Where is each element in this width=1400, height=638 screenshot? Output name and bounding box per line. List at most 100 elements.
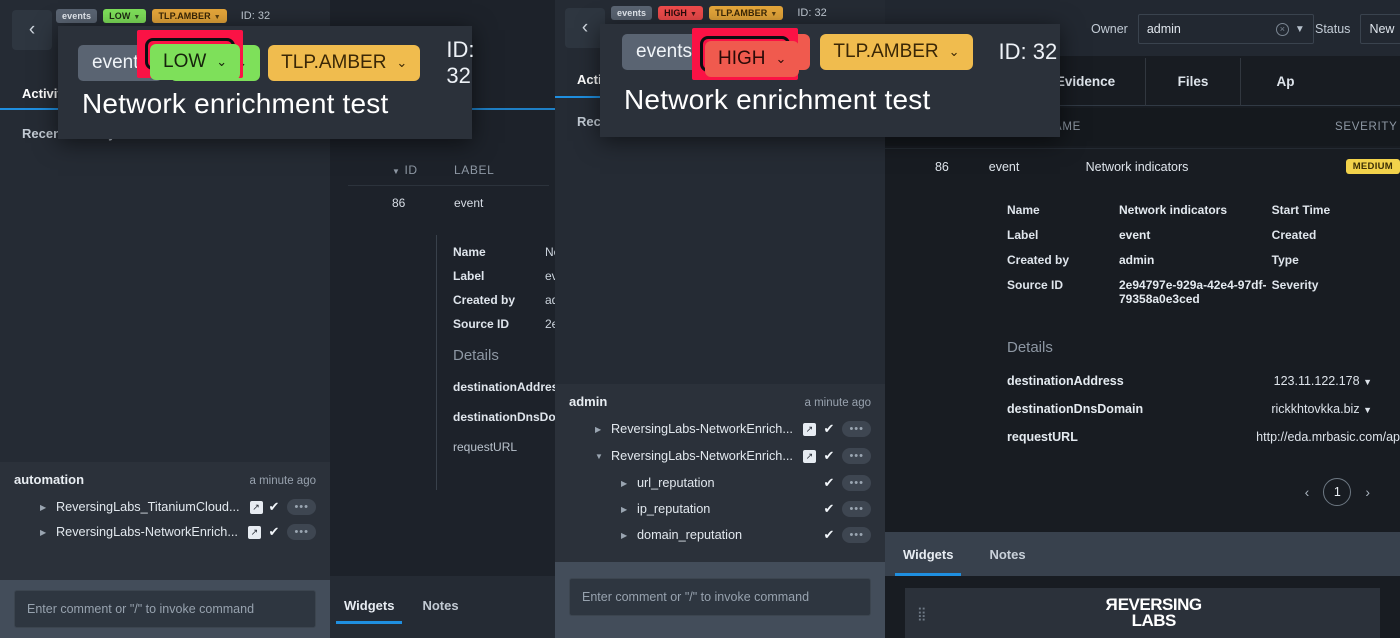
tab-approvals[interactable]: Ap (1240, 57, 1330, 106)
open-external-icon[interactable]: ↗ (802, 449, 816, 463)
left-mini-badge-row: events LOW ▼ TLP.AMBER ▼ ID: 32 (56, 9, 270, 23)
chevron-down-icon[interactable]: ▼ (1295, 24, 1305, 35)
magnified-tlp-pill[interactable]: TLP.AMBER ⌄ (268, 45, 421, 81)
right-detail-key: Created (1271, 228, 1317, 242)
left-mini-badge-severity[interactable]: LOW ▼ (103, 9, 147, 23)
middle-feed-subrow-actions: ✔ ••• (824, 475, 871, 491)
left-comment-bar: Enter comment or "/" to invoke command (0, 580, 330, 638)
middle-col-id[interactable]: ▼ ID (392, 163, 454, 177)
caret-down-icon[interactable]: ▼ (1363, 405, 1372, 415)
middle-detail-row-key: destinationDnsDomain (453, 410, 555, 424)
middle-comment-input[interactable]: Enter comment or "/" to invoke command (569, 578, 871, 616)
screenshot-root: events LOW ▼ TLP.AMBER ▼ ID: 32 ‹ Activity… (0, 0, 1400, 638)
magnified-incident-title: Network enrichment test (624, 84, 931, 115)
middle-detail-value: 2e (545, 317, 555, 331)
tab-widgets-underline (336, 621, 403, 624)
status-field[interactable]: New (1360, 14, 1400, 44)
middle-detail-value: Ne (545, 245, 555, 259)
right-artifact-detail: Name Network indicators Label event Crea… (1007, 192, 1400, 458)
more-options-icon[interactable]: ••• (842, 527, 871, 543)
right-col-severity-head[interactable]: SEVERITY (1335, 121, 1397, 133)
open-external-icon[interactable]: ↗ (247, 525, 261, 539)
middle-detail-key: Name (453, 245, 486, 259)
right-col-name-head[interactable]: NAME (1045, 121, 1335, 133)
widget-card-reversinglabs[interactable]: ⣿ RREVERSINGEVERSING LABS (905, 588, 1380, 638)
expand-triangle-icon[interactable]: ▶ (40, 503, 50, 512)
middle-back-button[interactable]: ‹ (565, 8, 605, 48)
list-item[interactable]: ▶ ip_reputation ✔ ••• (569, 501, 871, 517)
list-item[interactable]: ▶ ReversingLabs-NetworkEnrich... ↗ ✔ ••• (14, 524, 316, 540)
drag-grip-icon[interactable]: ⣿ (905, 607, 928, 620)
caret-down-icon[interactable]: ▼ (1363, 377, 1372, 387)
left-mini-badge-id: ID: 32 (240, 10, 271, 22)
right-cell-name: Network indicators (1085, 159, 1189, 174)
magnified-severity-pill-visible[interactable]: LOW ⌄ (150, 44, 241, 80)
right-detail-row-value[interactable]: 123.11.122.178 ▼ (1274, 374, 1372, 388)
more-options-icon[interactable]: ••• (842, 421, 871, 437)
middle-detail-row: destinationDnsDomain (453, 410, 555, 424)
right-cell-id: 86 (934, 159, 949, 174)
tab-notes[interactable]: Notes (408, 588, 472, 622)
middle-mini-badge-severity[interactable]: HIGH ▼ (658, 6, 704, 20)
right-detail-field: Start Time (1272, 203, 1400, 217)
left-comment-input[interactable]: Enter comment or "/" to invoke command (14, 590, 316, 628)
magnified-tlp-pill[interactable]: TLP.AMBER ⌄ (820, 34, 973, 70)
page-number[interactable]: 1 (1323, 478, 1352, 506)
table-row[interactable]: 86 event Network indicators MEDIUM (885, 148, 1400, 184)
middle-mini-badge-tlp[interactable]: TLP.AMBER ▼ (709, 6, 784, 20)
right-detail-key: Type (1271, 253, 1299, 267)
tab-widgets-label: Widgets (344, 597, 395, 613)
magnified-severity-pill-visible[interactable]: HIGH ⌄ (705, 41, 800, 77)
magnified-severity-pill-top[interactable]: HIGH ⌄ (705, 41, 800, 77)
owner-value: admin (1146, 22, 1181, 36)
right-detail-value: event (1119, 228, 1151, 242)
expand-triangle-icon[interactable]: ▶ (40, 528, 50, 537)
open-external-icon[interactable]: ↗ (249, 500, 263, 514)
magnifier-left-severity-low: events LOW ⌄ TLP.AMBER ⌄ ID: 32 Network … (58, 26, 474, 139)
list-item[interactable]: ▶ ReversingLabs-NetworkEnrich... ↗ ✔ ••• (569, 421, 871, 437)
list-item[interactable]: ▶ url_reputation ✔ ••• (569, 475, 871, 491)
more-options-icon[interactable]: ••• (842, 501, 871, 517)
more-options-icon[interactable]: ••• (842, 475, 871, 491)
open-external-icon[interactable]: ↗ (802, 422, 816, 436)
list-item[interactable]: ▼ ReversingLabs-NetworkEnrich... ↗ ✔ ••• (569, 448, 871, 464)
middle-col-label[interactable]: LABEL (454, 163, 494, 177)
table-row[interactable]: 86 event (348, 186, 549, 220)
sort-descending-icon: ▼ (392, 167, 401, 176)
middle-mini-badge-events[interactable]: events (611, 6, 653, 20)
owner-field[interactable]: admin × ▼ (1137, 14, 1314, 44)
right-detail-left-column: Name Network indicators Label event Crea… (1007, 192, 1272, 317)
check-icon: ✔ (268, 499, 280, 514)
tab-widgets[interactable]: Widgets (885, 532, 971, 576)
more-options-icon[interactable]: ••• (287, 499, 316, 515)
left-feed-row-name: ReversingLabs-NetworkEnrich... (56, 525, 238, 539)
tab-files[interactable]: Files (1145, 57, 1240, 106)
chevron-down-icon: ▼ (133, 14, 141, 21)
more-options-icon[interactable]: ••• (842, 448, 871, 464)
status-badge: MEDIUM (1345, 159, 1400, 174)
collapse-triangle-icon[interactable]: ▼ (595, 452, 605, 461)
expand-triangle-icon[interactable]: ▶ (595, 425, 605, 434)
tab-widgets[interactable]: Widgets (330, 588, 408, 624)
more-options-icon[interactable]: ••• (287, 524, 316, 540)
chevron-right-icon[interactable]: › (1365, 484, 1370, 500)
clear-circle-icon[interactable]: × (1275, 22, 1289, 36)
expand-triangle-icon[interactable]: ▶ (621, 505, 631, 514)
list-item[interactable]: ▶ ReversingLabs_TitaniumCloud... ↗ ✔ ••• (14, 499, 316, 515)
expand-triangle-icon[interactable]: ▶ (621, 479, 631, 488)
chevron-left-icon[interactable]: ‹ (1305, 484, 1310, 500)
right-bottom-tabs: Widgets Notes (885, 532, 1400, 576)
list-item[interactable]: ▶ domain_reputation ✔ ••• (569, 527, 871, 543)
expand-triangle-icon[interactable]: ▶ (621, 531, 631, 540)
left-mini-badge-tlp[interactable]: TLP.AMBER ▼ (152, 9, 227, 23)
left-mini-badge-events[interactable]: events (56, 9, 98, 23)
right-detail-row-value[interactable]: rickkhtovkka.biz ▼ (1271, 402, 1372, 416)
magnified-severity-pill-top[interactable]: LOW ⌄ (150, 44, 241, 80)
tab-notes[interactable]: Notes (971, 532, 1043, 576)
pagination: ‹ 1 › (1305, 478, 1370, 506)
left-back-button[interactable]: ‹ (12, 10, 52, 50)
middle-mini-badge-id: ID: 32 (797, 7, 827, 19)
right-detail-row-value[interactable]: http://eda.mrbasic.com/ap (1256, 430, 1400, 444)
right-detail-key: Created by (1007, 253, 1070, 267)
chevron-left-icon: ‹ (28, 19, 36, 40)
